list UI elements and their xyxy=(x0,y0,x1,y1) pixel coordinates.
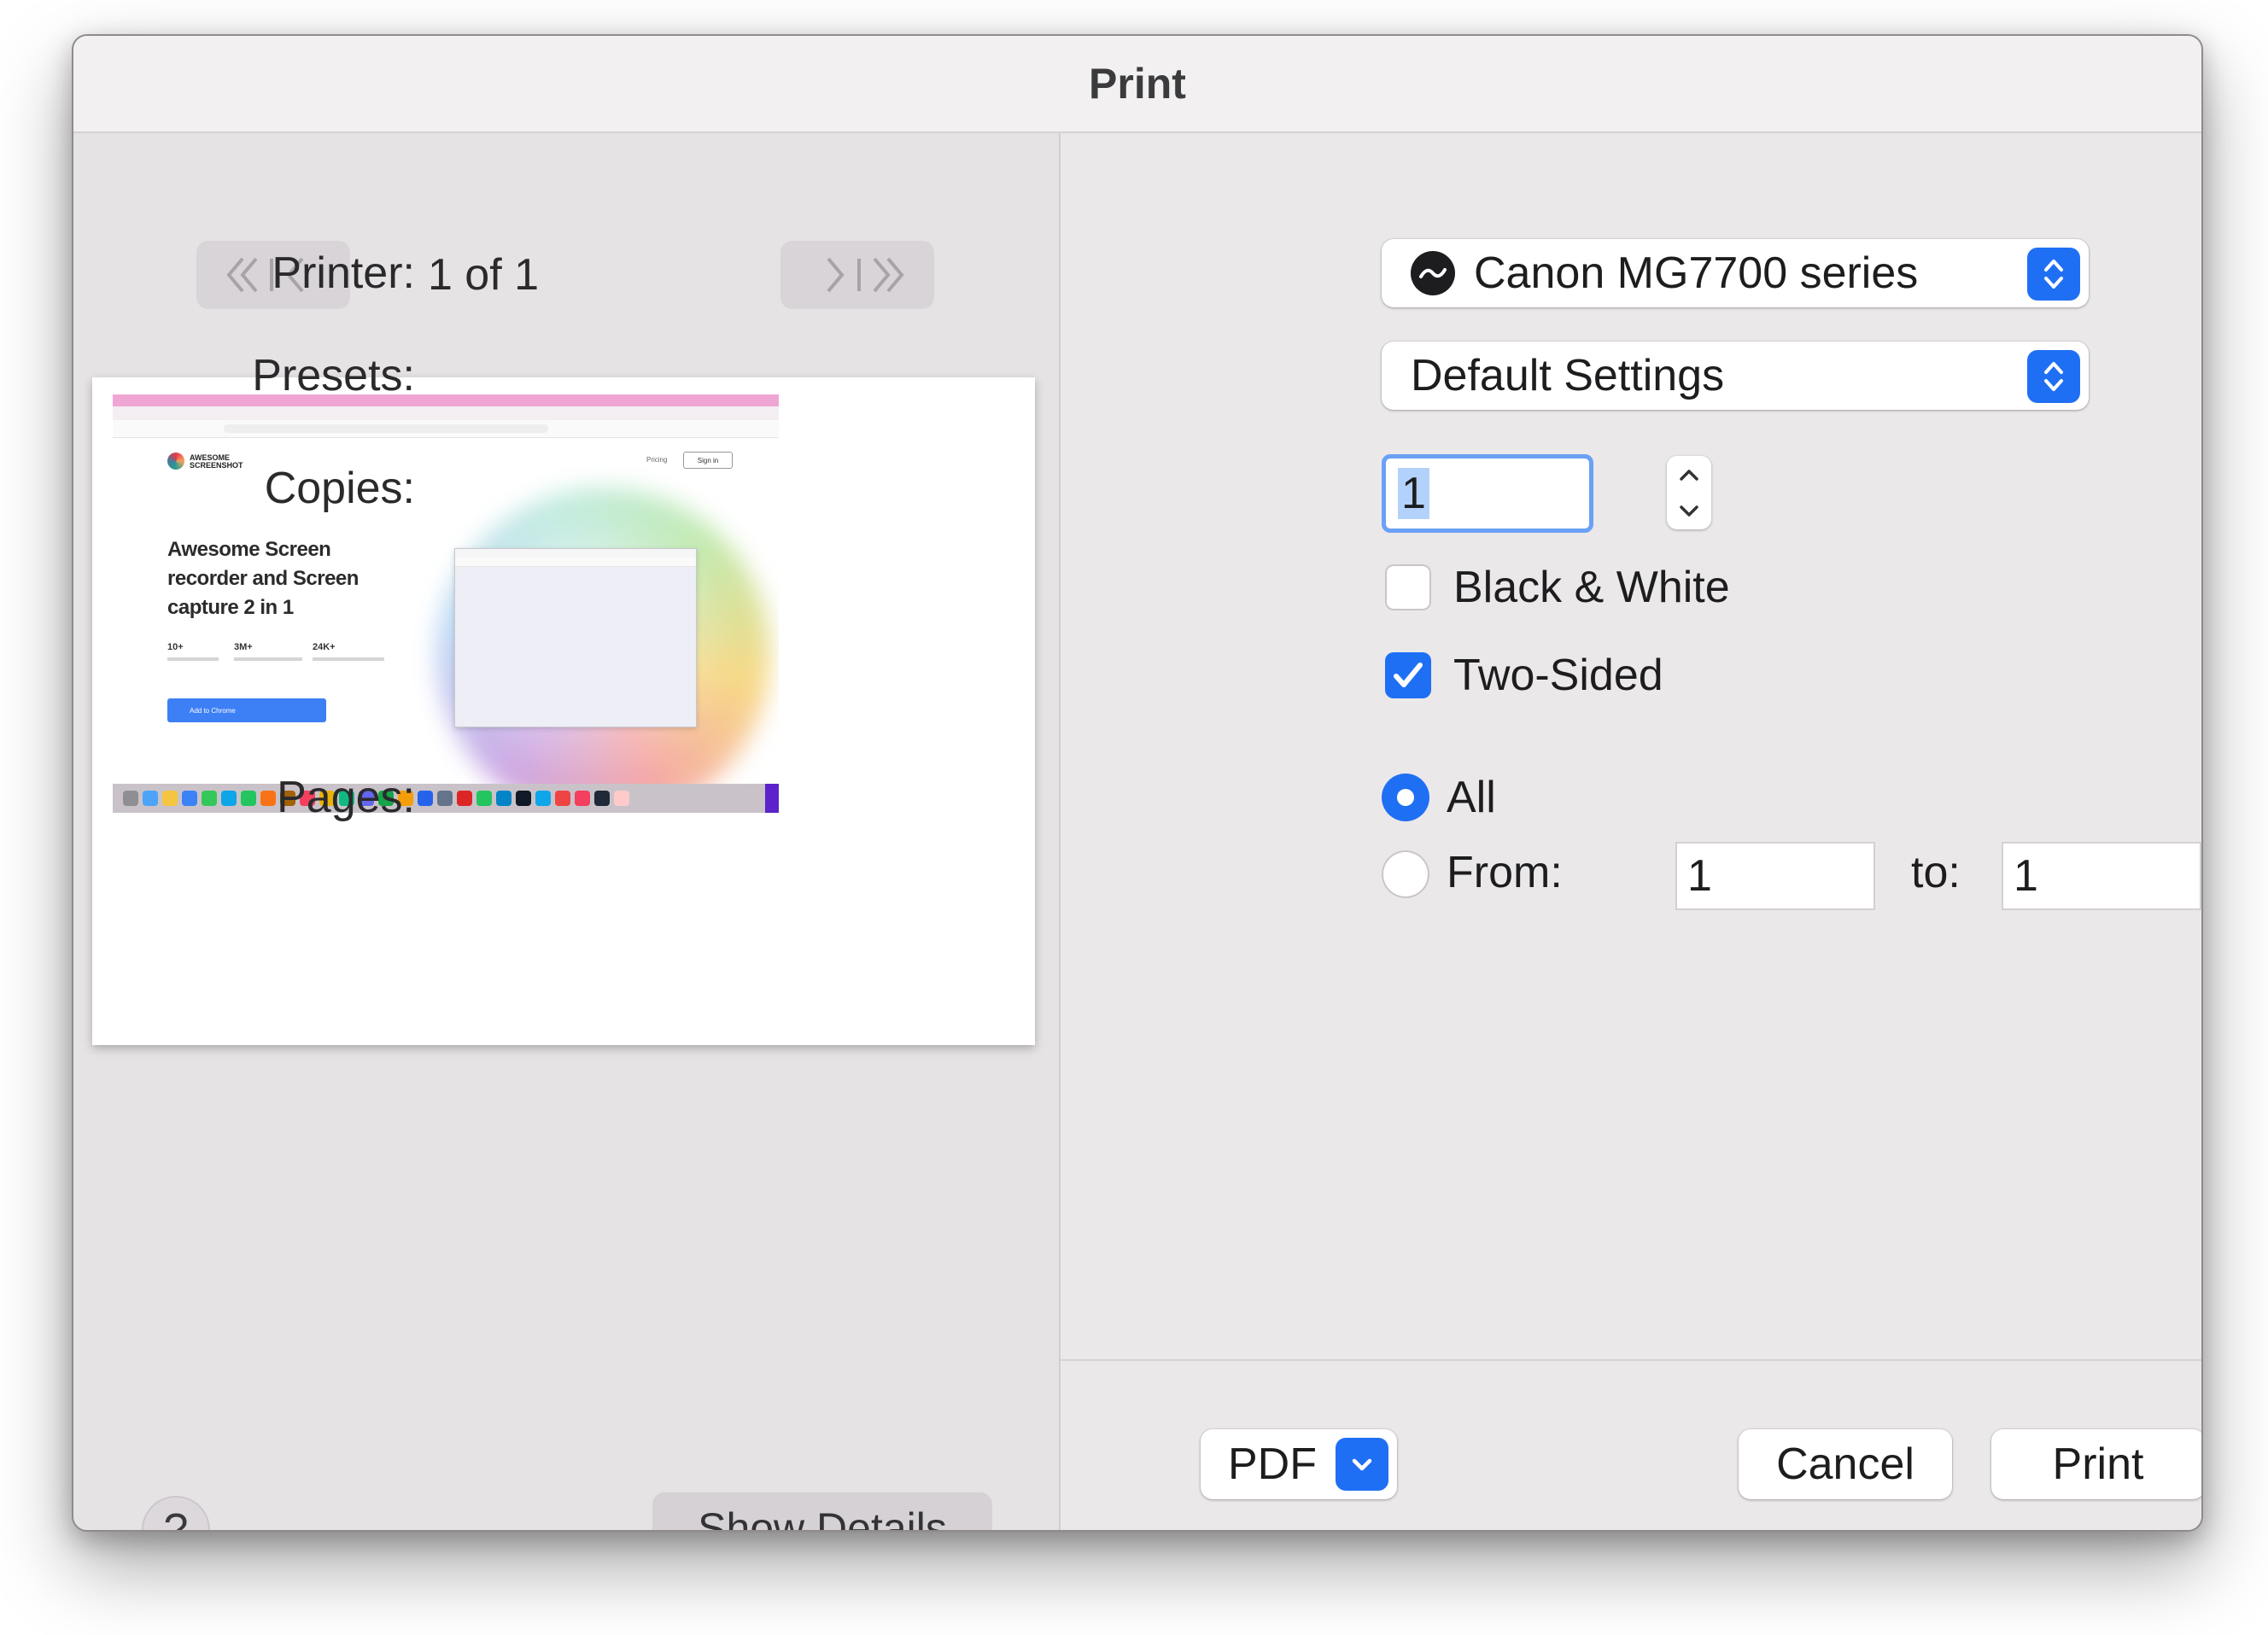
preview-pane: 1 of 1 AWESOME SCREENSHOT Pricing Sign i… xyxy=(73,133,1059,1530)
footer-divider xyxy=(1061,1359,2201,1361)
thumbnail-headline: Awesome Screen recorder and Screen captu… xyxy=(167,538,359,619)
dock-app-icon xyxy=(123,791,138,806)
pdf-menu-button[interactable]: PDF xyxy=(1201,1429,1397,1499)
copies-input[interactable]: 1 xyxy=(1382,454,1593,533)
radio-selected-dot xyxy=(1397,789,1414,806)
thumbnail-stat-caption xyxy=(234,657,302,661)
black-white-checkbox[interactable] xyxy=(1385,564,1431,610)
thumbnail-browser-window xyxy=(454,548,697,727)
dock-app-icon xyxy=(555,791,570,806)
thumbnail-window-url xyxy=(455,558,696,567)
thumbnail-stat-caption xyxy=(313,657,384,661)
dock-app-icon xyxy=(535,791,551,806)
black-white-label: Black & White xyxy=(1453,563,1730,612)
page-thumbnail: AWESOME SCREENSHOT Pricing Sign in Aweso… xyxy=(113,394,779,813)
chevron-down-icon[interactable] xyxy=(1678,504,1700,519)
thumbnail-stat: 3M+ xyxy=(234,642,253,652)
two-sided-checkbox[interactable] xyxy=(1385,652,1431,698)
thumbnail-pricing: Pricing xyxy=(646,456,668,464)
thumbnail-url-field xyxy=(224,424,548,433)
thumbnail-signin: Sign in xyxy=(683,452,733,469)
dock-app-icon xyxy=(418,791,433,806)
copies-value: 1 xyxy=(1398,468,1429,519)
dock-app-icon xyxy=(575,791,590,806)
dock-end-icon xyxy=(765,784,779,813)
dock-app-icon xyxy=(594,791,610,806)
copies-stepper[interactable] xyxy=(1667,456,1711,529)
thumbnail-stat-caption xyxy=(167,657,219,661)
printer-label: Printer: xyxy=(272,248,415,298)
chevron-down-icon xyxy=(1336,1438,1388,1491)
presets-popup[interactable]: Default Settings xyxy=(1382,342,2089,410)
dock-app-icon xyxy=(457,791,472,806)
pages-all-label: All xyxy=(1447,773,1496,822)
pages-all-radio[interactable] xyxy=(1382,774,1429,821)
dock-app-icon xyxy=(143,791,158,806)
pages-to-label: to: xyxy=(1911,848,1961,897)
pages-to-input[interactable]: 1 xyxy=(2002,842,2201,910)
dock-app-icon xyxy=(614,791,629,806)
pages-from-input[interactable]: 1 xyxy=(1675,842,1875,910)
settings-pane: Printer: Canon MG7700 series Presets: De… xyxy=(252,133,2201,1530)
thumbnail-tabbar xyxy=(113,406,779,421)
updown-chevron-icon xyxy=(2027,350,2080,403)
pdf-label: PDF xyxy=(1228,1439,1317,1489)
thumbnail-stat: 24K+ xyxy=(313,642,336,652)
show-details-button[interactable]: Show Details xyxy=(652,1492,992,1530)
next-nav-buttons[interactable] xyxy=(780,241,934,309)
help-button[interactable]: ? xyxy=(142,1496,210,1530)
pages-range-radio[interactable] xyxy=(1382,850,1429,898)
printer-status-icon xyxy=(1411,251,1455,295)
pages-label: Pages: xyxy=(277,773,415,822)
dock-app-icon xyxy=(476,791,492,806)
dock-app-icon xyxy=(496,791,511,806)
presets-value: Default Settings xyxy=(1411,351,1725,400)
printer-value: Canon MG7700 series xyxy=(1474,248,1919,298)
presets-label: Presets: xyxy=(252,351,415,400)
thumbnail-stat: 10+ xyxy=(167,642,184,652)
two-sided-label: Two-Sided xyxy=(1453,651,1663,700)
cancel-button[interactable]: Cancel xyxy=(1739,1429,1952,1499)
pages-from-label: From: xyxy=(1447,848,1563,897)
checkmark-icon xyxy=(1394,663,1423,687)
dock-app-icon xyxy=(437,791,453,806)
print-button[interactable]: Print xyxy=(1991,1429,2201,1499)
updown-chevron-icon xyxy=(2027,248,2080,301)
copies-label: Copies: xyxy=(264,464,415,513)
print-dialog: Print 1 of 1 AWESOME SCREENSHOT Pricing … xyxy=(72,34,2203,1532)
thumbnail-cta-button: Add to Chrome xyxy=(167,698,326,722)
dock-app-icon xyxy=(516,791,531,806)
printer-popup[interactable]: Canon MG7700 series xyxy=(1382,239,2089,307)
chevron-up-icon[interactable] xyxy=(1678,467,1700,482)
next-last-page-icon xyxy=(827,257,904,293)
dialog-title: Print xyxy=(73,36,2201,133)
